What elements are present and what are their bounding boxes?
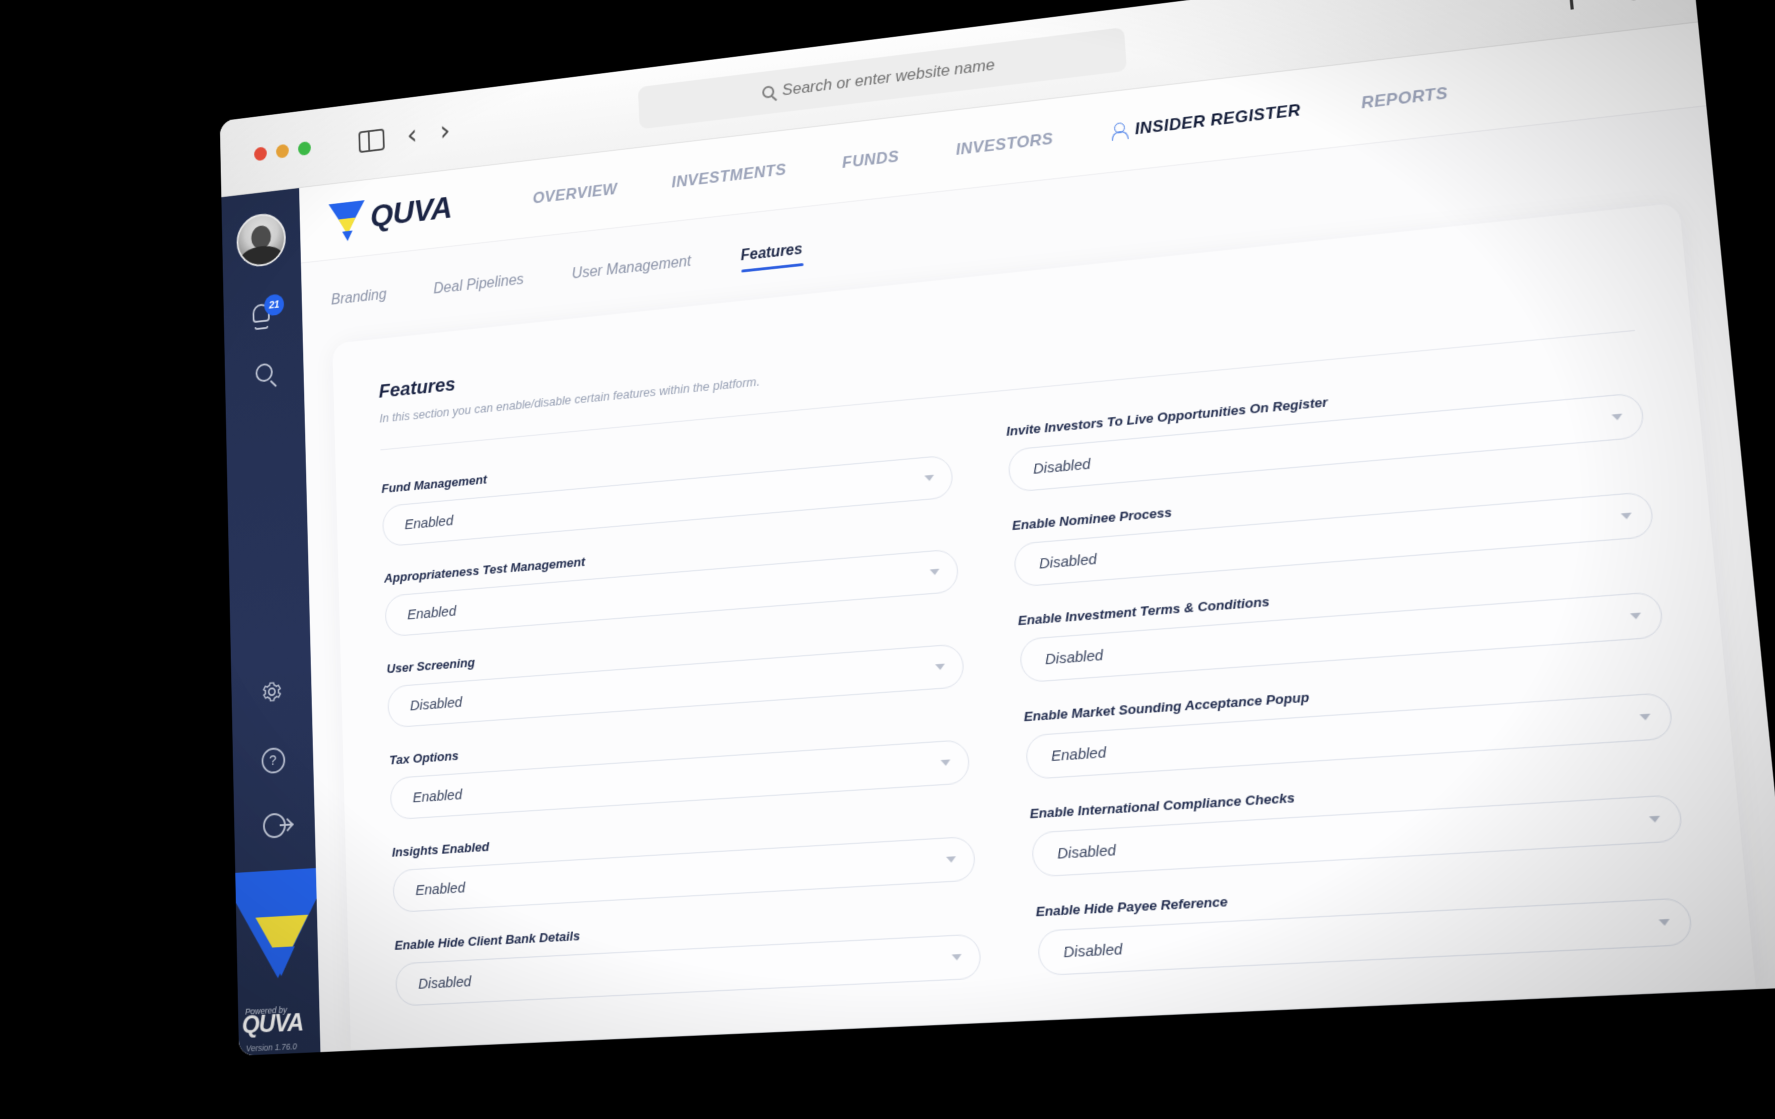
screenshot-stage: ‹ › Search or enter website name 21 ? Po… xyxy=(0,0,1775,1119)
field-appropriateness-test-management: Appropriateness Test Management Enabled xyxy=(384,523,960,638)
nav-item-insider-register-label: INSIDER REGISTER xyxy=(1134,100,1302,138)
avatar[interactable] xyxy=(236,211,287,269)
logout-button[interactable] xyxy=(262,812,287,839)
select-value: Enabled xyxy=(1050,743,1107,765)
search-icon xyxy=(255,362,273,383)
rail-brand-block: Powered by QUVA Version 1.76.0 xyxy=(221,867,321,1056)
chevron-down-icon xyxy=(935,663,946,671)
rail-brand-name: QUVA xyxy=(241,1007,304,1040)
nav-item-investments[interactable]: INVESTMENTS xyxy=(644,157,815,195)
gear-icon xyxy=(260,679,282,704)
main-column: QUVA OVERVIEW INVESTMENTS FUNDS INVESTOR… xyxy=(299,22,1775,1053)
chevron-down-icon xyxy=(1639,713,1651,721)
person-icon xyxy=(1111,121,1127,140)
nav-item-investors[interactable]: INVESTORS xyxy=(927,126,1083,163)
browser-window: ‹ › Search or enter website name 21 ? Po… xyxy=(219,0,1775,1056)
notifications-button[interactable]: 21 xyxy=(252,293,285,331)
quva-logo-icon xyxy=(328,196,366,243)
chevron-down-icon xyxy=(1611,413,1623,421)
chrome-right-group xyxy=(1553,0,1657,11)
logout-icon xyxy=(262,812,287,839)
nav-item-reports[interactable]: REPORTS xyxy=(1330,80,1480,117)
nav-item-overview[interactable]: OVERVIEW xyxy=(506,176,645,210)
rail-spacer xyxy=(264,382,270,641)
quva-triangle-logo-icon xyxy=(221,867,321,989)
address-bar-placeholder: Search or enter website name xyxy=(781,55,996,99)
field-enable-investment-terms-and-conditions: Enable Investment Terms & Conditions Dis… xyxy=(1017,564,1665,684)
features-grid: Fund Management Enabled Invite Investors… xyxy=(381,366,1694,1007)
select-value: Disabled xyxy=(1062,940,1123,961)
select-value: Enabled xyxy=(412,786,463,806)
close-window-button[interactable] xyxy=(254,146,267,162)
select-value: Disabled xyxy=(1056,841,1117,863)
chevron-down-icon xyxy=(924,474,935,482)
chevron-down-icon xyxy=(1658,918,1671,926)
field-enable-hide-payee-reference: Enable Hide Payee Reference Disabled xyxy=(1035,869,1694,976)
chevron-down-icon xyxy=(929,568,940,576)
help-button[interactable]: ? xyxy=(260,747,286,775)
field-tax-options: Tax Options Enabled xyxy=(389,713,971,821)
tab-branding[interactable]: Branding xyxy=(331,287,387,324)
chrome-nav-group: ‹ › xyxy=(358,115,451,155)
field-enable-market-sounding-acceptance-popup: Enable Market Sounding Acceptance Popup … xyxy=(1023,665,1674,780)
back-button[interactable]: ‹ xyxy=(406,119,417,152)
chevron-down-icon xyxy=(951,954,962,961)
chevron-down-icon xyxy=(1630,612,1642,620)
field-insights-enabled: Insights Enabled Enabled xyxy=(392,810,977,913)
nav-item-insider-register[interactable]: INSIDER REGISTER xyxy=(1082,97,1332,145)
app-body: 21 ? Powered by QUVA Version 1.76.0 QUVA… xyxy=(221,22,1775,1056)
app-logo[interactable]: QUVA xyxy=(328,186,452,244)
notification-badge: 21 xyxy=(264,293,285,317)
rail-search-button[interactable] xyxy=(255,362,273,383)
field-enable-international-compliance-checks: Enable International Compliance Checks D… xyxy=(1029,766,1684,878)
features-card: Features In this section you can enable/… xyxy=(332,202,1756,1051)
content-area: Features In this section you can enable/… xyxy=(302,177,1775,1052)
settings-button[interactable] xyxy=(260,679,282,709)
forward-button[interactable]: › xyxy=(439,115,450,148)
chevron-down-icon xyxy=(1620,512,1633,520)
chevron-down-icon xyxy=(946,856,957,863)
nav-item-funds[interactable]: FUNDS xyxy=(814,144,928,176)
field-user-screening: User Screening Disabled xyxy=(386,618,965,729)
tab-features[interactable]: Features xyxy=(740,241,803,280)
field-enable-hide-client-bank-details: Enable Hide Client Bank Details Disabled xyxy=(394,907,982,1007)
maximize-window-button[interactable] xyxy=(297,141,312,156)
select-value: Enabled xyxy=(415,879,466,899)
new-tab-icon[interactable] xyxy=(1553,0,1587,11)
select-value: Disabled xyxy=(418,972,472,993)
chevron-down-icon xyxy=(1648,815,1661,823)
chevron-down-icon xyxy=(940,759,951,767)
app-logo-text: QUVA xyxy=(369,190,453,234)
window-controls[interactable] xyxy=(254,141,312,162)
minimize-window-button[interactable] xyxy=(275,143,289,159)
version-label: Version 1.76.0 xyxy=(245,1041,298,1054)
question-mark-icon: ? xyxy=(260,747,286,775)
search-icon xyxy=(761,85,775,99)
sidebar-toggle-icon[interactable] xyxy=(358,128,385,153)
